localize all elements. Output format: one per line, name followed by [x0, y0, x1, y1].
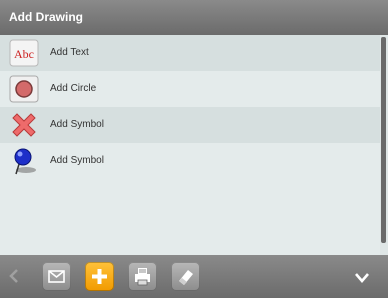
- blue-pushpin-icon: [9, 146, 39, 176]
- scrollbar[interactable]: [380, 35, 388, 255]
- list-item-label: Add Text: [50, 47, 89, 58]
- eraser-button[interactable]: [171, 262, 200, 291]
- title-bar: Add Drawing: [0, 0, 388, 35]
- drawing-list: Abc Add Text Add Circle Add Symbol Add S…: [0, 35, 388, 255]
- add-button[interactable]: [85, 262, 114, 291]
- email-button[interactable]: [42, 262, 71, 291]
- envelope-icon: [48, 270, 65, 283]
- abc-icon-text: Abc: [14, 47, 34, 61]
- circle-icon: [9, 74, 39, 104]
- list-item-add-circle[interactable]: Add Circle: [0, 71, 380, 107]
- printer-icon: [135, 268, 150, 286]
- bottom-toolbar: [0, 255, 388, 298]
- list-item-add-symbol-x[interactable]: Add Symbol: [0, 107, 380, 143]
- list-item-label: Add Circle: [50, 83, 97, 94]
- chevron-left-icon[interactable]: [8, 269, 20, 283]
- abc-text-icon: Abc: [9, 38, 39, 68]
- red-x-icon: [9, 110, 39, 140]
- print-button[interactable]: [128, 262, 157, 291]
- plus-icon: [92, 269, 107, 284]
- list-item-add-symbol-pin[interactable]: Add Symbol: [0, 143, 380, 179]
- list-item-label: Add Symbol: [50, 119, 104, 130]
- scrollbar-thumb[interactable]: [381, 37, 386, 243]
- eraser-icon: [179, 270, 193, 285]
- list-item-add-text[interactable]: Abc Add Text: [0, 35, 380, 71]
- list-item-label: Add Symbol: [50, 155, 104, 166]
- chevron-down-icon[interactable]: [354, 271, 370, 283]
- page-title: Add Drawing: [9, 10, 83, 24]
